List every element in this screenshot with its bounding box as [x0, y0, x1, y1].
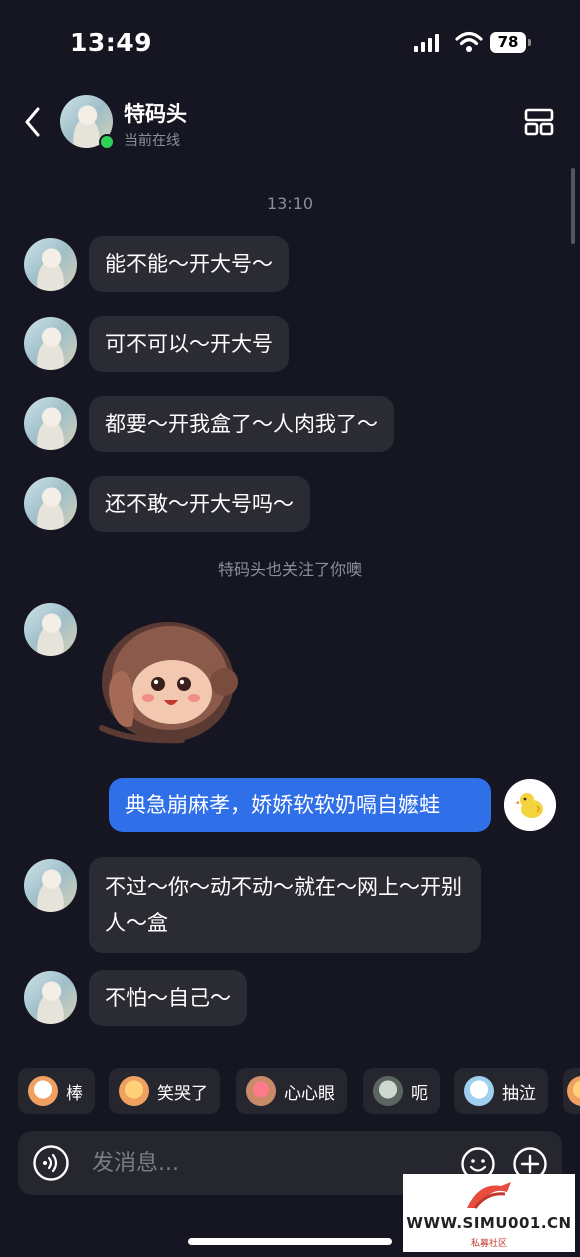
- message-bubble[interactable]: 都要～开我盒了～人肉我了～: [89, 396, 394, 452]
- quick-reaction-chip[interactable]: 笑哭了: [109, 1068, 220, 1114]
- sender-avatar[interactable]: [24, 477, 77, 530]
- my-avatar[interactable]: [504, 779, 556, 831]
- message-bubble[interactable]: 不过～你～动不动～就在～网上～开别人～盒: [89, 857, 481, 953]
- cat-awkward-icon: [373, 1076, 403, 1106]
- watermark-logo-icon: [467, 1182, 511, 1209]
- quick-reaction-chip[interactable]: 呃: [363, 1068, 440, 1114]
- sender-avatar[interactable]: [24, 603, 77, 656]
- watermark: WWW.SIMU001.CN 私募社区: [403, 1174, 575, 1252]
- battery-level: 78: [490, 32, 526, 53]
- battery-icon: 78: [490, 32, 532, 53]
- watermark-subtext: 私募社区: [470, 1239, 507, 1249]
- contact-status: 当前在线: [124, 133, 180, 149]
- cat-reaction-icon: [567, 1076, 580, 1106]
- sender-avatar[interactable]: [24, 397, 77, 450]
- wifi-icon: [455, 31, 483, 52]
- cat-heart-eyes-icon: [246, 1076, 276, 1106]
- voice-icon[interactable]: [32, 1144, 70, 1182]
- reaction-label: 呃: [411, 1083, 428, 1104]
- reaction-label: 笑哭了: [157, 1083, 208, 1104]
- reaction-label: 棒: [66, 1083, 83, 1104]
- quick-reaction-chip[interactable]: 心心眼: [236, 1068, 347, 1114]
- cat-laugh-cry-icon: [119, 1076, 149, 1106]
- message-bubble[interactable]: 还不敢～开大号吗～: [89, 476, 310, 532]
- cellular-signal-icon: [414, 34, 439, 52]
- message-bubble[interactable]: 能不能～开大号～: [89, 236, 289, 292]
- message-bubble[interactable]: 可不可以～开大号: [89, 316, 289, 372]
- sender-avatar[interactable]: [24, 317, 77, 370]
- online-status-dot: [99, 134, 115, 150]
- monkey-sticker-image[interactable]: [92, 610, 238, 748]
- watermark-text: WWW.SIMU001.CN: [406, 1214, 572, 1232]
- reaction-label: 抽泣: [502, 1083, 536, 1104]
- quick-reaction-chip-more[interactable]: [563, 1068, 580, 1114]
- home-indicator[interactable]: [188, 1238, 392, 1245]
- contact-name[interactable]: 特码头: [124, 98, 187, 128]
- sender-avatar[interactable]: [24, 971, 77, 1024]
- quick-reaction-chip[interactable]: 抽泣: [454, 1068, 548, 1114]
- my-message-bubble[interactable]: 典急崩麻孝，娇娇软软奶嗝自嬷蛙: [109, 778, 491, 832]
- quick-reaction-chip[interactable]: 棒: [18, 1068, 95, 1114]
- sender-avatar[interactable]: [24, 238, 77, 291]
- message-timestamp: 13:10: [266, 194, 314, 213]
- reaction-label: 心心眼: [284, 1083, 335, 1104]
- sender-avatar[interactable]: [24, 859, 77, 912]
- system-notice: 特码头也关注了你噢: [217, 560, 362, 579]
- back-chevron-icon[interactable]: [22, 106, 44, 138]
- message-input[interactable]: [90, 1142, 434, 1184]
- layout-grid-icon[interactable]: [524, 108, 554, 136]
- cat-thumbs-up-icon: [28, 1076, 58, 1106]
- status-time: 13:49: [70, 28, 153, 57]
- cat-sob-icon: [464, 1076, 494, 1106]
- message-bubble[interactable]: 不怕～自己～: [89, 970, 247, 1026]
